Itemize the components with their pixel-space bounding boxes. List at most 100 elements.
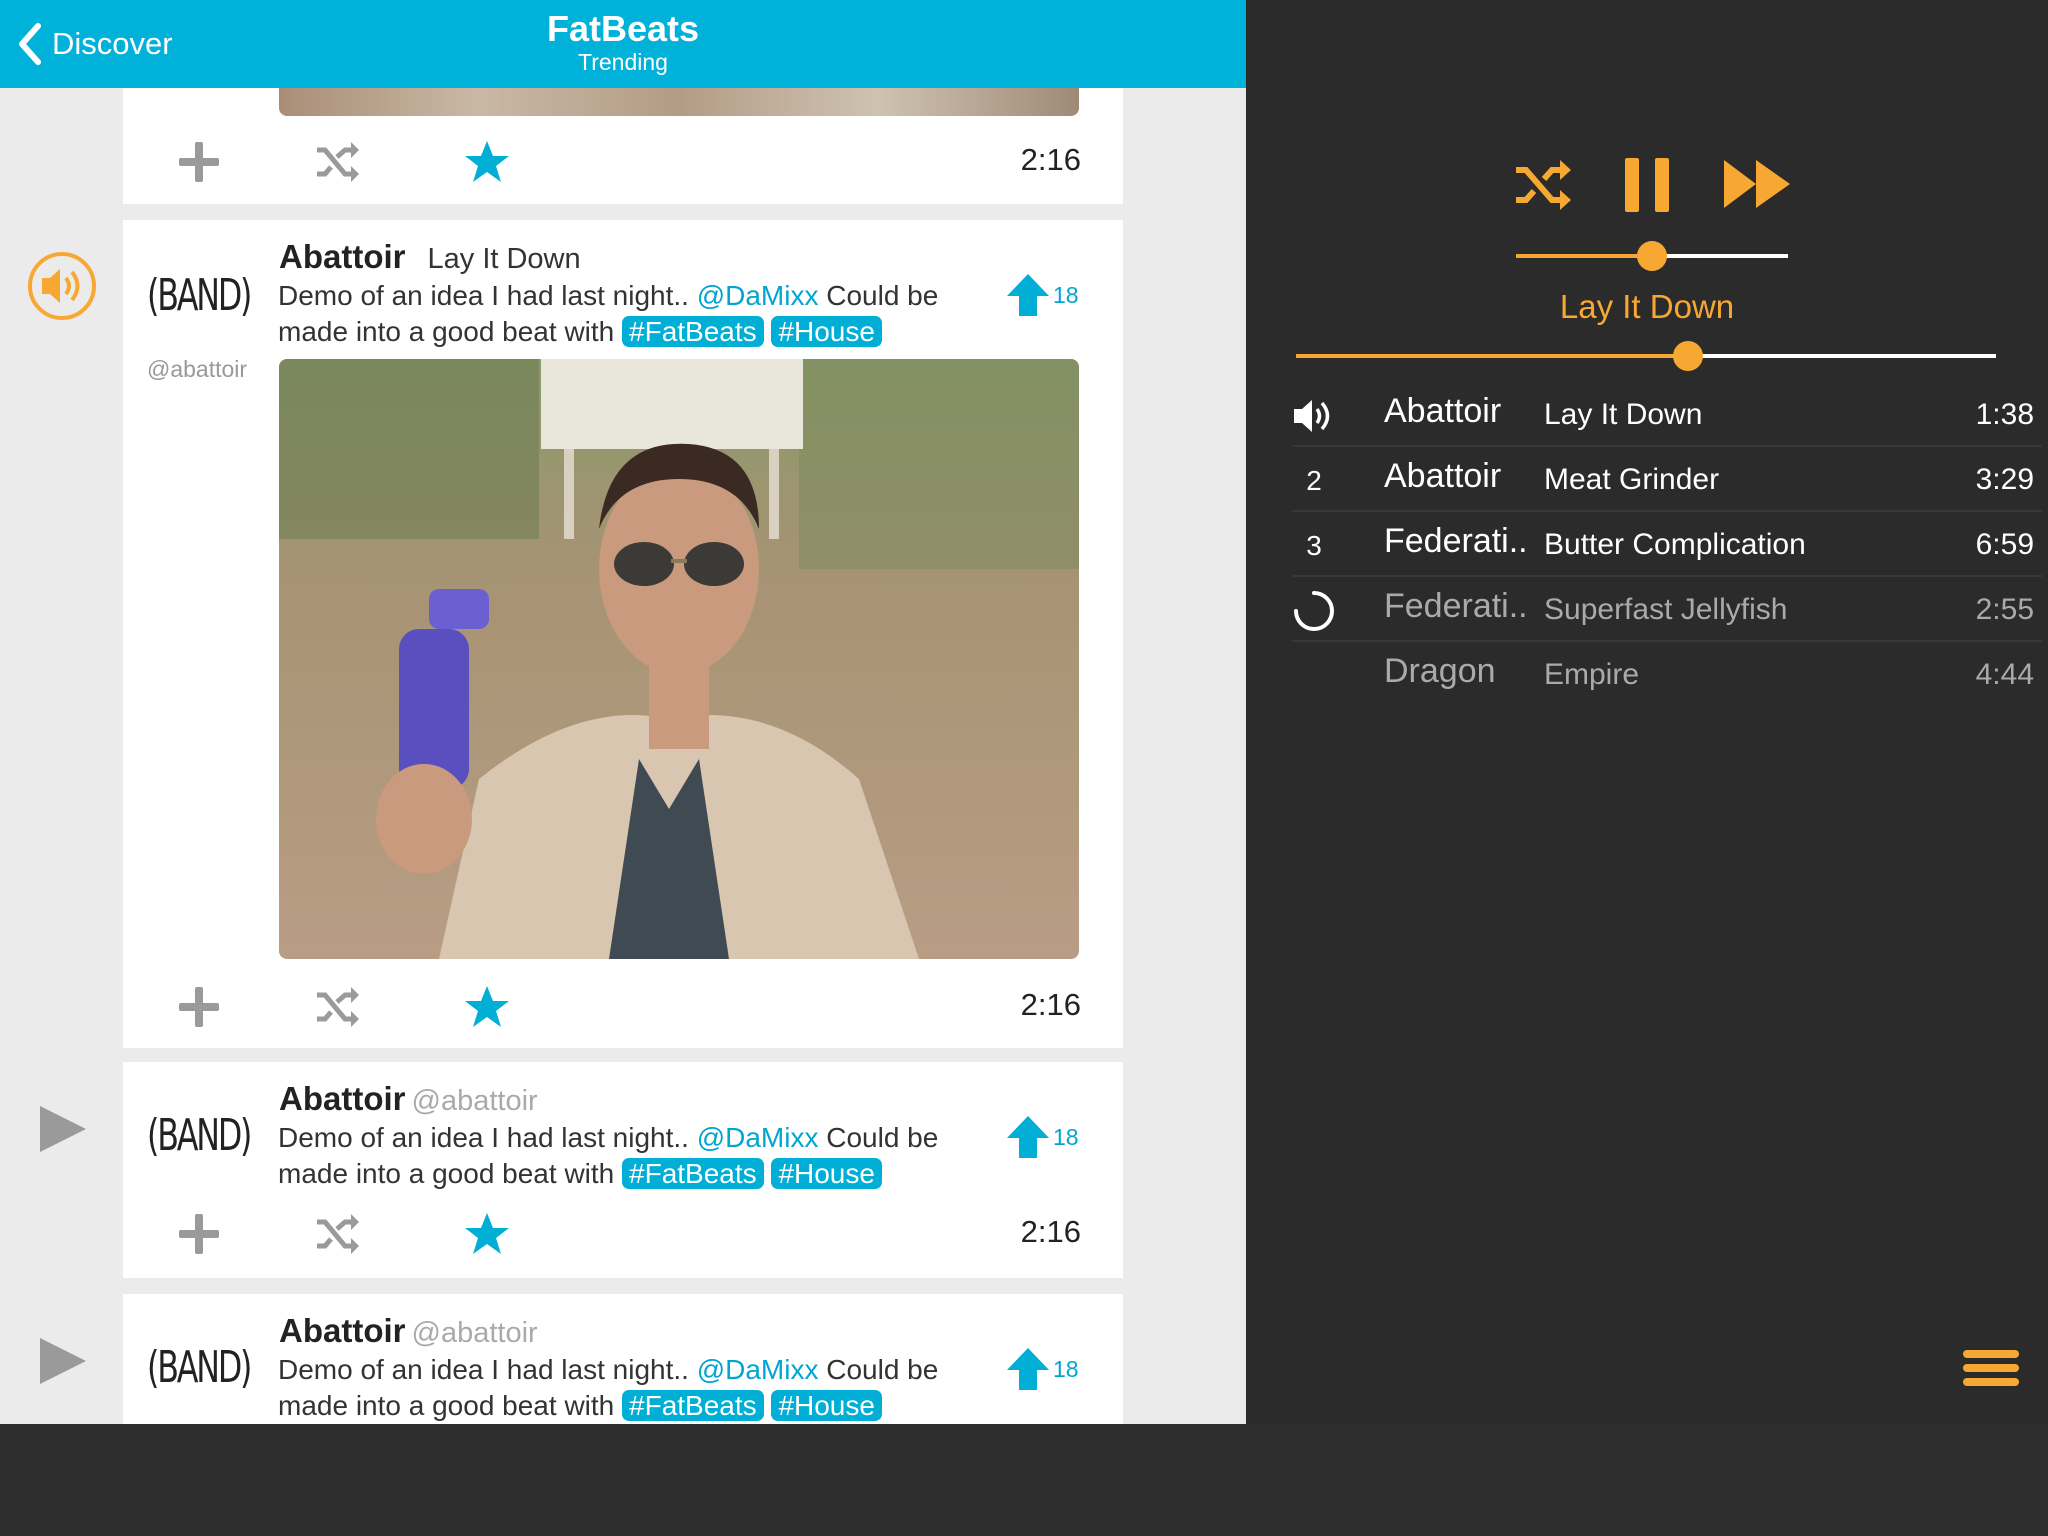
track-time: 1:38	[1975, 398, 2034, 431]
upvote-button[interactable]: 18	[1005, 1114, 1079, 1160]
vote-count: 18	[1053, 1123, 1079, 1150]
menu-bar	[1963, 1378, 2019, 1386]
track-row[interactable]: Abattoir Lay It Down 1:38	[1292, 382, 2042, 447]
volume-knob[interactable]	[1637, 241, 1667, 271]
mention-link[interactable]: @DaMixx	[697, 1354, 819, 1385]
upvote-arrow-icon	[1007, 1116, 1049, 1158]
add-icon[interactable]	[175, 1210, 223, 1258]
shuffle-icon[interactable]	[313, 138, 361, 186]
hashtag[interactable]: #FatBeats	[622, 1158, 764, 1189]
mention-link[interactable]: @DaMixx	[697, 280, 819, 311]
track-time: 4:44	[1975, 658, 2034, 691]
track-row[interactable]: Federati.. Superfast Jellyfish 2:55	[1292, 577, 2042, 642]
track-time: 3:29	[1975, 463, 2034, 496]
upvote-button[interactable]: 18	[1005, 272, 1079, 318]
card-actions: 2:16	[123, 130, 1123, 190]
progress-slider[interactable]	[1296, 341, 1996, 371]
speaker-icon	[1294, 400, 1330, 432]
track-artist: Abattoir	[1384, 392, 1502, 430]
track-row[interactable]: 2 Abattoir Meat Grinder 3:29	[1292, 447, 2042, 512]
card-headline: Abattoir @abattoir	[279, 1080, 538, 1118]
star-icon[interactable]	[463, 1210, 511, 1258]
page-subtitle: Trending	[578, 49, 668, 75]
track-time: 2:55	[1975, 593, 2034, 626]
song-title[interactable]: Lay It Down	[428, 243, 581, 275]
loading-icon	[1294, 591, 1334, 631]
artist-name[interactable]: Abattoir	[279, 1312, 406, 1349]
track-song: Butter Complication	[1544, 528, 1806, 561]
shuffle-icon[interactable]	[1514, 160, 1572, 210]
fast-forward-icon[interactable]	[1724, 158, 1792, 210]
hashtag[interactable]: #House	[771, 1390, 882, 1421]
upvote-button[interactable]: 18	[1005, 1346, 1079, 1392]
hashtag[interactable]: #House	[771, 316, 882, 347]
artist-name[interactable]: Abattoir	[279, 1080, 406, 1117]
track-list: Abattoir Lay It Down 1:38 2 Abattoir Mea…	[1292, 382, 2042, 705]
menu-bar	[1963, 1364, 2019, 1372]
track-row[interactable]: Dragon Empire 4:44	[1292, 642, 2042, 705]
track-song: Superfast Jellyfish	[1544, 593, 1788, 626]
track-song: Empire	[1544, 658, 1640, 691]
track-song: Meat Grinder	[1544, 463, 1720, 496]
track-artist: Federati..	[1384, 587, 1528, 625]
upvote-arrow-icon	[1007, 274, 1049, 316]
track-duration: 2:16	[1020, 987, 1081, 1022]
user-handle[interactable]: @abattoir	[412, 1317, 538, 1349]
shuffle-icon[interactable]	[313, 1210, 361, 1258]
band-logo: (BAND)	[147, 1110, 252, 1161]
hashtag[interactable]: #FatBeats	[622, 316, 764, 347]
play-icon[interactable]	[38, 1336, 88, 1386]
hashtag[interactable]: #House	[771, 1158, 882, 1189]
track-photo[interactable]	[279, 359, 1079, 959]
mention-link[interactable]: @DaMixx	[697, 1122, 819, 1153]
feed-card: (BAND) Abattoir @abattoir Demo of an idea…	[123, 1062, 1123, 1278]
feed-card: (BAND) Abattoir @abattoir Demo of an idea…	[123, 1294, 1123, 1424]
top-nav-bar: Discover FatBeats Trending	[0, 0, 1246, 88]
add-icon[interactable]	[175, 138, 223, 186]
track-row[interactable]: 3 Federati.. Butter Complication 6:59	[1292, 512, 2042, 577]
track-number: 2	[1306, 465, 1322, 496]
pause-icon[interactable]	[1623, 156, 1671, 214]
play-icon[interactable]	[38, 1104, 88, 1154]
desc-text: Demo of an idea I had last night..	[278, 1354, 697, 1385]
menu-bar	[1963, 1350, 2019, 1358]
card-headline: Abattoir @abattoir	[279, 1312, 538, 1350]
star-icon[interactable]	[463, 138, 511, 186]
band-logo: (BAND)	[147, 270, 252, 321]
track-number: 3	[1306, 530, 1322, 561]
desc-text: Demo of an idea I had last night..	[278, 1122, 697, 1153]
track-artist: Dragon	[1384, 652, 1496, 690]
card-headline: Abattoir Lay It Down	[279, 238, 581, 276]
card-actions: 2:16	[123, 1202, 1123, 1262]
feed-panel: Discover FatBeats Trending 2:16 (BAND) @…	[0, 0, 1246, 1424]
desc-text: Demo of an idea I had last night..	[278, 280, 697, 311]
user-handle[interactable]: @abattoir	[412, 1085, 538, 1117]
track-song: Lay It Down	[1544, 398, 1703, 431]
track-duration: 2:16	[1020, 1214, 1081, 1249]
photo-illustration	[279, 359, 1079, 959]
menu-icon[interactable]	[1963, 1350, 2019, 1394]
now-playing-title: Lay It Down	[1559, 288, 1735, 325]
volume-fill	[1516, 254, 1652, 258]
shuffle-icon[interactable]	[313, 983, 361, 1031]
card-description: Demo of an idea I had last night.. @DaMi…	[278, 1352, 1013, 1424]
hashtag[interactable]: #FatBeats	[622, 1390, 764, 1421]
card-actions: 2:16	[123, 975, 1123, 1035]
bottom-bar	[0, 1424, 2048, 1536]
artist-name[interactable]: Abattoir	[279, 238, 406, 275]
progress-knob[interactable]	[1673, 341, 1703, 371]
feed-card: (BAND) @abattoir Abattoir Lay It Down Dem…	[123, 220, 1123, 1048]
page-title: FatBeats	[546, 8, 700, 49]
now-playing-speaker-icon[interactable]	[26, 250, 98, 322]
star-icon[interactable]	[463, 983, 511, 1031]
title-block: FatBeats Trending	[0, 8, 1246, 74]
vote-count: 18	[1053, 281, 1079, 308]
track-artist: Federati..	[1384, 522, 1528, 560]
volume-slider[interactable]	[1516, 241, 1788, 271]
card-description: Demo of an idea I had last night.. @DaMi…	[278, 278, 1013, 350]
progress-fill	[1296, 354, 1688, 358]
track-time: 6:59	[1975, 528, 2034, 561]
add-icon[interactable]	[175, 983, 223, 1031]
track-artist: Abattoir	[1384, 457, 1502, 495]
user-handle[interactable]: @abattoir	[147, 356, 247, 383]
